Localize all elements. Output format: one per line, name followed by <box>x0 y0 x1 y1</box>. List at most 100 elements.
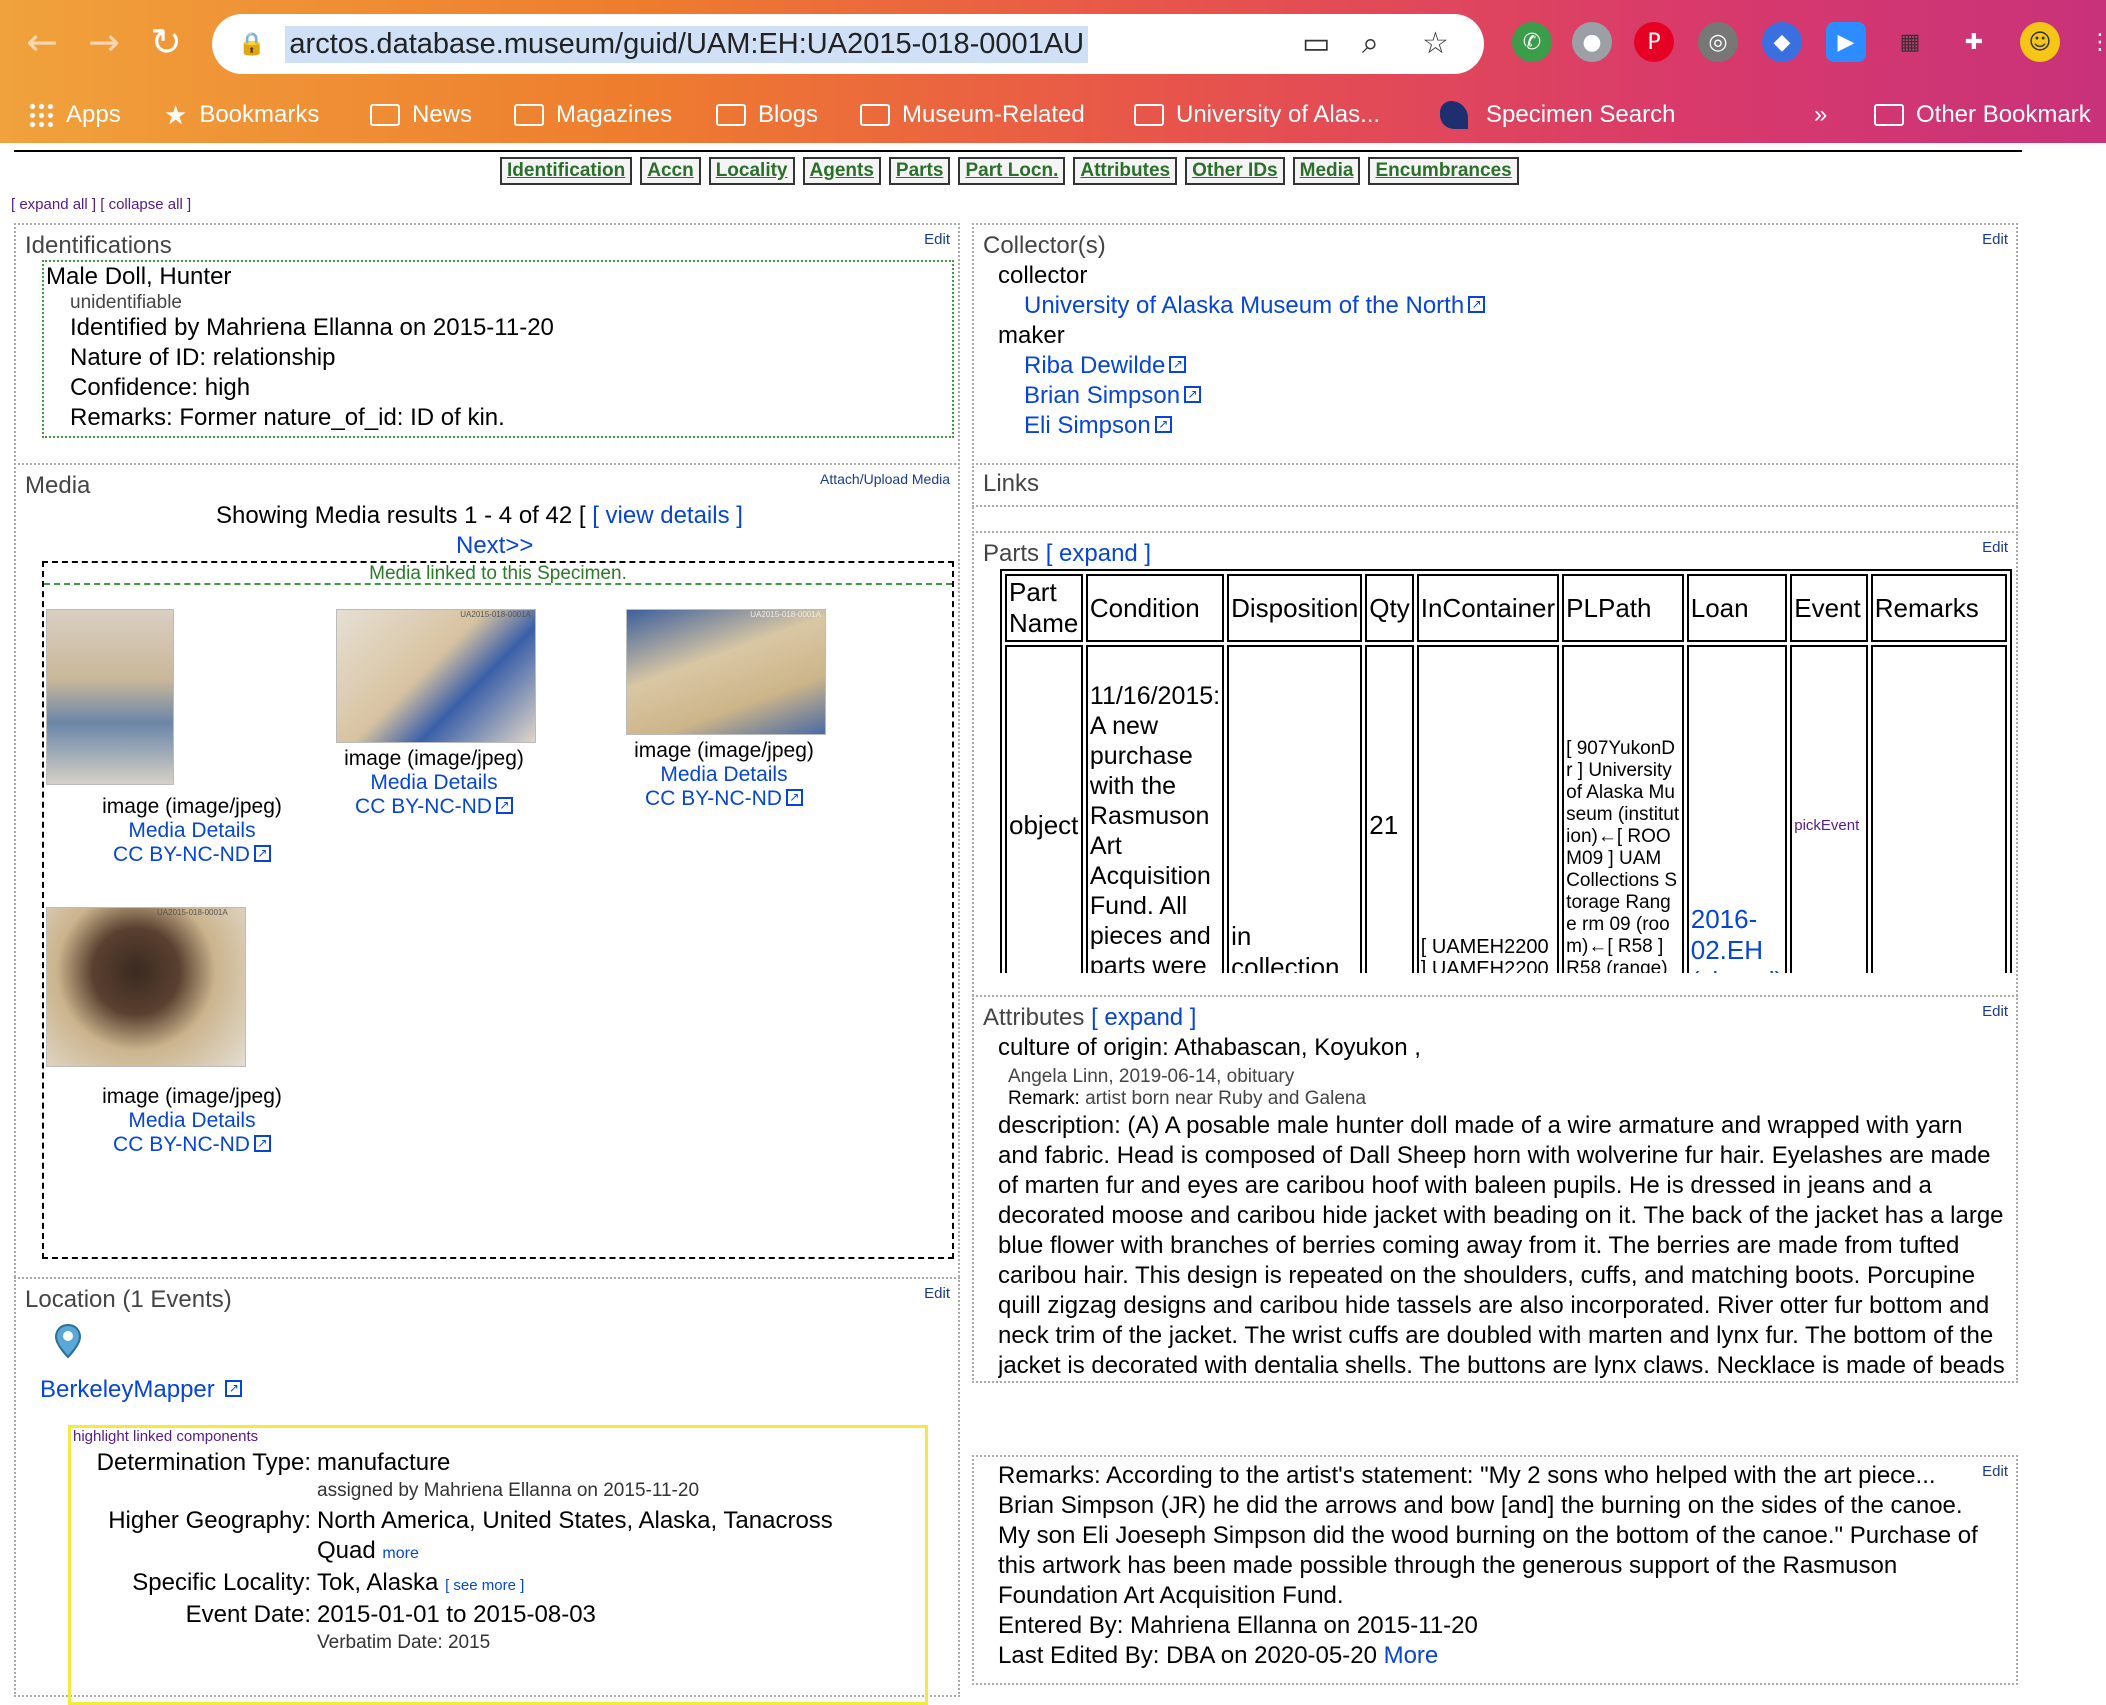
tab-other-ids[interactable]: Other IDs <box>1185 157 1285 185</box>
extensions-puzzle-icon[interactable]: ✚ <box>1954 22 1994 62</box>
attach-media-link[interactable]: Attach/Upload Media <box>820 471 950 487</box>
bookmark-museum-related[interactable]: Museum-Related <box>860 92 1085 138</box>
more-link[interactable]: more <box>382 1545 418 1562</box>
view-details-link[interactable]: [ view details ] <box>592 502 743 529</box>
reload-icon[interactable]: ↻ <box>140 16 192 68</box>
cast-icon[interactable]: ▭ <box>1302 26 1330 61</box>
pick-event-link[interactable]: pickEvent <box>1790 645 1868 973</box>
bookmark-university[interactable]: University of Alas... <box>1134 92 1380 138</box>
expand-all-link[interactable]: [ expand all ] <box>11 196 96 213</box>
media-linked-label: Media linked to this Specimen. <box>44 563 952 585</box>
expand-link[interactable]: [ expand ] <box>1046 540 1151 567</box>
culture-remark: Remark: artist born near Ruby and Galena <box>1008 1087 1366 1110</box>
bookmark-apps[interactable]: Apps <box>28 92 121 138</box>
extension-circle-icon[interactable]: ◎ <box>1698 22 1738 62</box>
maker-link[interactable]: Brian Simpson ↗ <box>1024 381 1202 411</box>
loan-link[interactable]: 2016-02.EH (closed) <box>1686 645 1788 973</box>
expand-link[interactable]: [ expand ] <box>1091 1004 1196 1031</box>
nature-of-id: Nature of ID: relationship <box>70 344 336 371</box>
pinterest-icon[interactable]: P <box>1634 22 1674 62</box>
edit-link[interactable]: Edit <box>1982 539 2008 556</box>
profile-avatar-icon[interactable]: ☺ <box>2020 22 2060 62</box>
license-link[interactable]: CC BY-NC-ND ↗ <box>44 843 340 867</box>
tab-locality[interactable]: Locality <box>708 157 795 185</box>
license-link[interactable]: CC BY-NC-ND ↗ <box>44 1133 340 1157</box>
external-link-icon: ↗ <box>225 1380 243 1398</box>
media-type: image (image/jpeg) <box>634 739 814 762</box>
tab-accn[interactable]: Accn <box>640 157 701 185</box>
bookmark-magazines[interactable]: Magazines <box>514 92 672 138</box>
id-remarks: Remarks: Former nature_of_id: ID of kin. <box>70 404 505 431</box>
folder-icon <box>514 104 544 126</box>
highlight-linked-link[interactable]: highlight linked components <box>73 1428 258 1445</box>
remarks-text: Remarks: According to the artist's state… <box>998 1462 1978 1609</box>
mapper-label: BerkeleyMapper <box>40 1376 215 1403</box>
bookmark-overflow[interactable]: » <box>1814 92 1827 138</box>
tab-media[interactable]: Media <box>1292 157 1361 185</box>
chat-extension-icon[interactable]: ● <box>1572 22 1612 62</box>
phone-extension-icon[interactable]: ✆ <box>1512 22 1552 62</box>
edit-link[interactable]: Edit <box>924 231 950 248</box>
tab-encumbrances[interactable]: Encumbrances <box>1368 157 1519 185</box>
page-content: Identification Accn Locality Agents Part… <box>0 143 2106 1705</box>
media-thumbnail[interactable]: UA2015-018-0001A <box>626 609 826 735</box>
bookmark-bookmarks[interactable]: ★ Bookmarks <box>164 92 319 138</box>
tab-agents[interactable]: Agents <box>802 157 881 185</box>
license-link[interactable]: CC BY-NC-ND ↗ <box>576 787 872 811</box>
url-text[interactable]: arctos.database.museum/guid/UAM:EH:UA201… <box>285 25 1089 63</box>
tab-part-locn[interactable]: Part Locn. <box>958 157 1066 185</box>
zoom-video-icon[interactable]: ▶ <box>1826 22 1866 62</box>
column-header: Part Name <box>1005 574 1083 642</box>
media-thumbnail[interactable] <box>46 609 174 785</box>
collapse-all-link[interactable]: [ collapse all ] <box>100 196 191 213</box>
locality-details-box: highlight linked components Determinatio… <box>68 1425 928 1705</box>
culture-determination: Angela Linn, 2019-06-14, obituary <box>1008 1066 1295 1087</box>
collector-link[interactable]: University of Alaska Museum of the North… <box>1024 291 1486 321</box>
map-pin-icon[interactable] <box>54 1323 82 1359</box>
culture-of-origin: culture of origin: Athabascan, Koyukon , <box>998 1034 1421 1061</box>
tab-identification[interactable]: Identification <box>500 157 633 185</box>
determination-type: manufacture <box>317 1449 451 1476</box>
thumbnail-caption: UA2015-018-0001A <box>460 610 531 619</box>
maker-link[interactable]: Riba Dewilde ↗ <box>1024 351 1187 381</box>
media-details-link[interactable]: Media Details <box>44 1109 340 1133</box>
table-header-row: Part Name Condition Disposition Qty InCo… <box>1005 574 2007 642</box>
zoom-icon[interactable]: ⌕ <box>1362 26 1379 61</box>
bookmark-label: Apps <box>66 101 121 128</box>
edit-link[interactable]: Edit <box>1982 1003 2008 1020</box>
star-icon[interactable]: ☆ <box>1422 26 1449 61</box>
divider <box>14 150 2022 152</box>
tab-attributes[interactable]: Attributes <box>1073 157 1178 185</box>
media-details-link[interactable]: Media Details <box>576 763 872 787</box>
more-link[interactable]: More <box>1384 1642 1439 1669</box>
panel-title: Parts [ expand ] <box>983 540 1151 568</box>
condition-cell: 11/16/2015: A new purchase with the Rasm… <box>1085 645 1225 973</box>
media-details-link[interactable]: Media Details <box>44 819 340 843</box>
column-header: Qty <box>1365 574 1414 642</box>
bookmark-specimen-search[interactable]: Specimen Search <box>1440 92 1675 138</box>
bookmark-label: University of Alas... <box>1176 101 1381 128</box>
menu-icon[interactable]: ⋮ <box>2080 22 2106 62</box>
maker-link[interactable]: Eli Simpson ↗ <box>1024 411 1172 441</box>
bookmark-news[interactable]: News <box>370 92 472 138</box>
see-more-link[interactable]: [ see more ] <box>445 1577 524 1594</box>
media-details-link[interactable]: Media Details <box>286 771 582 795</box>
grid-extension-icon[interactable]: ▦ <box>1890 22 1930 62</box>
forward-icon[interactable]: → <box>78 16 130 68</box>
bookmark-label: Magazines <box>556 101 673 128</box>
media-thumbnail[interactable]: UA2015-018-0001A <box>46 907 246 1067</box>
license-link[interactable]: CC BY-NC-ND ↗ <box>286 795 582 819</box>
address-bar[interactable]: 🔒 arctos.database.museum/guid/UAM:EH:UA2… <box>212 14 1484 74</box>
back-icon[interactable]: ← <box>16 16 68 68</box>
bookmark-blogs[interactable]: Blogs <box>716 92 818 138</box>
next-link[interactable]: Next>> <box>456 531 533 561</box>
edit-link[interactable]: Edit <box>924 1285 950 1302</box>
media-thumbnail[interactable]: UA2015-018-0001A <box>336 609 536 743</box>
berkeley-mapper-link[interactable]: BerkeleyMapper ↗ <box>40 1375 243 1405</box>
media-type: image (image/jpeg) <box>102 1085 282 1108</box>
extension-diamond-icon[interactable]: ◆ <box>1762 22 1802 62</box>
media-linked-box: Media linked to this Specimen. image (im… <box>42 561 954 1259</box>
tab-parts[interactable]: Parts <box>888 157 951 185</box>
edit-link[interactable]: Edit <box>1982 231 2008 248</box>
bookmark-other[interactable]: Other Bookmark <box>1874 92 2091 138</box>
